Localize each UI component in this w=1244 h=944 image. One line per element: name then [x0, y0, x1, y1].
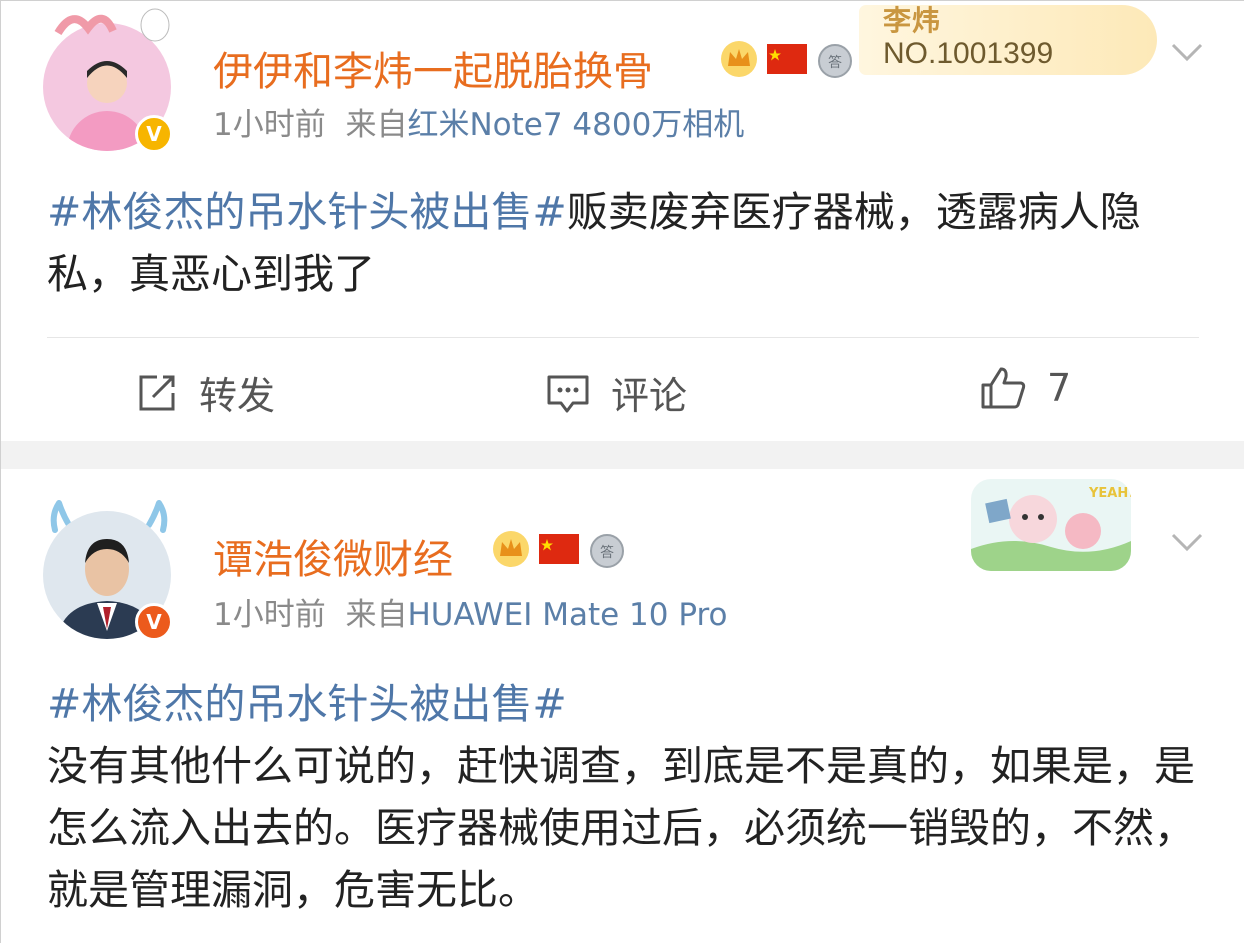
fan-card[interactable]: 李炜 NO.1001399	[859, 4, 1157, 75]
china-flag-icon[interactable]	[767, 39, 807, 79]
post-text: #林俊杰的吊水针头被出售#贩卖废弃医疗器械，透露病人隐私，真恶心到我了	[47, 181, 1207, 305]
post-time: 1小时前	[213, 107, 326, 143]
avatar[interactable]: V	[43, 511, 173, 641]
sticker-text: YEAH!	[1088, 486, 1131, 501]
repost-button[interactable]: 转发	[135, 365, 275, 420]
crown-icon[interactable]	[719, 39, 759, 79]
repost-label: 转发	[199, 374, 276, 418]
user-badges: 答	[491, 529, 627, 569]
medal-icon[interactable]: 答	[587, 529, 627, 569]
post-source[interactable]: 红米Note7 4800万相机	[407, 107, 744, 143]
verified-icon: V	[135, 603, 173, 641]
source-prefix: 来自	[345, 107, 408, 143]
post-body: 没有其他什么可说的，赶快调查，到底是不是真的，如果是，是怎么流入出去的。医疗器械…	[47, 742, 1195, 914]
svg-text:答: 答	[600, 544, 614, 561]
fan-card-number: NO.1001399	[883, 37, 1054, 70]
username[interactable]: 伊伊和李炜一起脱胎换骨	[213, 39, 653, 97]
topic-link[interactable]: #林俊杰的吊水针头被出售#	[47, 673, 1207, 735]
comment-icon	[547, 375, 589, 412]
user-badges: 答	[719, 39, 855, 79]
fan-card-name: 李炜	[883, 4, 942, 37]
svg-text:答: 答	[828, 54, 842, 71]
divider	[47, 337, 1199, 338]
crown-icon[interactable]	[491, 529, 531, 569]
verified-icon: V	[135, 115, 173, 153]
like-button[interactable]: 7	[979, 365, 1071, 411]
china-flag-icon[interactable]	[539, 529, 579, 569]
post-time: 1小时前	[213, 597, 326, 633]
chevron-down-icon[interactable]	[1169, 33, 1205, 69]
like-icon	[981, 367, 1026, 409]
post-meta: 1小时前 来自红米Note7 4800万相机	[213, 99, 744, 144]
post-text: #林俊杰的吊水针头被出售# 没有其他什么可说的，赶快调查，到底是不是真的，如果是…	[47, 673, 1207, 921]
post-1: V 伊伊和李炜一起脱胎换骨 答 李炜 NO.1001399 1小时前 来自红米N…	[1, 1, 1244, 441]
post-meta: 1小时前 来自HUAWEI Mate 10 Pro	[213, 589, 728, 634]
source-prefix: 来自	[345, 597, 408, 633]
topic-link[interactable]: #林俊杰的吊水针头被出售#	[47, 188, 567, 236]
repost-icon	[139, 375, 175, 410]
ribbon-ears-icon	[54, 8, 170, 42]
sticker-image[interactable]: YEAH!	[971, 479, 1131, 571]
chevron-down-icon[interactable]	[1169, 523, 1205, 559]
medal-icon[interactable]: 答	[815, 39, 855, 79]
action-bar: 转发 评论 7	[1, 337, 1244, 441]
like-count: 7	[1047, 366, 1072, 410]
comment-label: 评论	[611, 374, 688, 418]
username[interactable]: 谭浩俊微财经	[213, 527, 453, 585]
post-source[interactable]: HUAWEI Mate 10 Pro	[407, 597, 727, 633]
comment-button[interactable]: 评论	[545, 365, 687, 420]
feed-separator	[1, 441, 1244, 469]
